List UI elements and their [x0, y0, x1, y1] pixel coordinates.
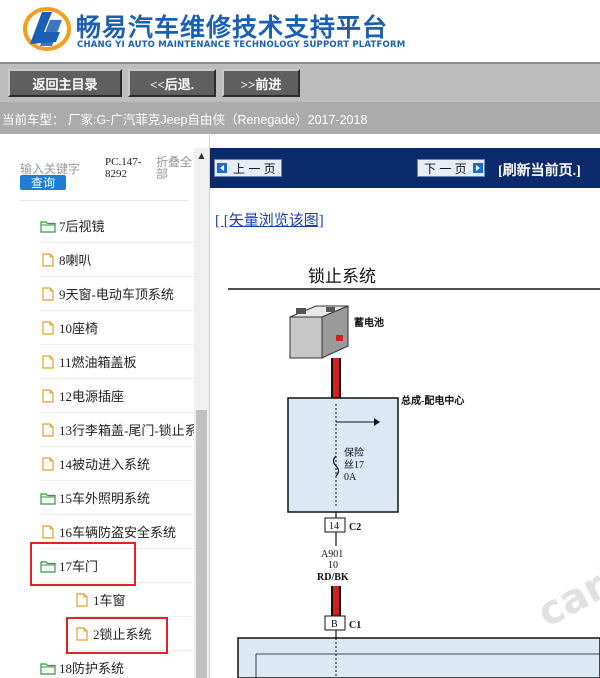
- fuse-label-1: 保险: [344, 446, 364, 459]
- connector-c2-pin: 14: [329, 521, 339, 532]
- tree-item[interactable]: 11燃油箱盖板: [40, 345, 194, 379]
- battery-icon: [289, 305, 349, 359]
- battery-label: 蓄电池: [354, 316, 384, 329]
- catalog-sidebar: 输入关键字 查询 PC.147-8292 折叠全部 7后视镜 8喇叭 9天窗-电动车…: [0, 134, 210, 678]
- site-subtitle: CHANG YI AUTO MAINTENANCE TECHNOLOGY SUP…: [77, 40, 406, 50]
- home-button[interactable]: 返回主目录: [8, 69, 122, 97]
- tree-item[interactable]: 10座椅: [40, 311, 194, 345]
- power-distribution-center-box: [287, 397, 399, 513]
- tree-item[interactable]: 9天窗-电动车顶系统: [40, 277, 194, 311]
- diagram-title: 锁止系统: [308, 267, 376, 286]
- tree-item[interactable]: 18防护系统: [40, 651, 194, 678]
- tree-item-label: 1车窗: [93, 593, 126, 608]
- battery-cable-core: [333, 358, 339, 398]
- search-button[interactable]: 查询: [20, 175, 66, 190]
- wire-color: RD/BK: [317, 572, 349, 583]
- tree-item[interactable]: 7后视镜: [40, 209, 194, 243]
- back-button[interactable]: <<后退.: [128, 69, 216, 97]
- scroll-up-icon[interactable]: ▲: [194, 148, 209, 162]
- tree-item-label: 18防护系统: [59, 661, 125, 676]
- wire-code: A901: [321, 549, 343, 560]
- tree-item[interactable]: 12电源插座: [40, 379, 194, 413]
- tree-item-label: 12电源插座: [59, 389, 125, 404]
- lower-module-box: [237, 637, 600, 678]
- pdc-label: 总成-配电中心: [401, 394, 464, 407]
- highlight-box-lock-system: [66, 617, 168, 654]
- refresh-button[interactable]: [刷新当前页.]: [498, 160, 581, 180]
- arrow-right-icon: [472, 163, 483, 173]
- tree-item-label: 10座椅: [59, 321, 99, 336]
- tree-item-label: 15车外照明系统: [59, 491, 151, 506]
- pc-code-text: PC.147-8292: [105, 156, 142, 180]
- prev-page-label: 上 一 页: [233, 161, 276, 176]
- arrow-left-icon: [217, 163, 227, 173]
- folder-open-icon: [40, 219, 56, 233]
- tree-item-label: 8喇叭: [59, 253, 92, 268]
- vector-view-link[interactable]: [ [矢量浏览该图]: [215, 209, 324, 230]
- tree-item[interactable]: 8喇叭: [40, 243, 194, 277]
- document-icon: [40, 388, 56, 403]
- document-icon: [40, 524, 56, 539]
- document-icon: [40, 320, 56, 335]
- tree-item-label: 11燃油箱盖板: [59, 355, 137, 370]
- tree-item-label: 13行李箱盖-尾门-锁止系: [59, 423, 194, 438]
- site-header: 畅易汽车维修技术支持平台 CHANG YI AUTO MAINTENANCE T…: [0, 0, 600, 62]
- page-nav-strip: 上 一 页 下 一 页 [刷新当前页.]: [210, 148, 600, 188]
- next-page-button[interactable]: 下 一 页: [417, 159, 485, 177]
- tree-item-label: 7后视镜: [59, 219, 105, 234]
- tree-item[interactable]: 14被动进入系统: [40, 447, 194, 481]
- wire-gauge: 10: [328, 560, 338, 571]
- document-icon: [40, 354, 56, 369]
- tree-item[interactable]: 1车窗: [74, 583, 194, 617]
- current-model-bar: 当前车型： 厂家:G-广汽菲克Jeep自由侠（Renegade）2017-201…: [0, 102, 600, 134]
- divider: [20, 200, 188, 201]
- document-icon: [40, 456, 56, 471]
- folder-open-icon: [40, 661, 56, 675]
- document-icon: [40, 422, 56, 437]
- red-wire-core: [333, 586, 339, 616]
- site-title: 畅易汽车维修技术支持平台: [76, 13, 389, 42]
- forward-button[interactable]: >>前进: [222, 69, 300, 97]
- document-icon: [74, 592, 90, 607]
- tree-item-label: 14被动进入系统: [59, 457, 151, 472]
- document-icon: [40, 286, 56, 301]
- document-icon: [40, 252, 56, 267]
- sidebar-scrollbar[interactable]: ▲: [194, 148, 209, 678]
- prev-page-button[interactable]: 上 一 页: [214, 159, 282, 177]
- current-model-text: 当前车型： 厂家:G-广汽菲克Jeep自由侠（Renegade）2017-201…: [2, 113, 368, 127]
- highlight-box-doors: [30, 542, 136, 586]
- fuse-label-3: 0A: [344, 472, 357, 483]
- folder-open-icon: [40, 491, 56, 505]
- scroll-thumb[interactable]: [196, 410, 207, 678]
- connector-c1-pin: B: [331, 619, 338, 630]
- vector-view-link-label: [ [矢量浏览该图]: [215, 213, 324, 229]
- main-toolbar: 返回主目录 <<后退. >>前进: [0, 62, 600, 102]
- tree-item-label: 9天窗-电动车顶系统: [59, 287, 174, 302]
- fuse-label-2: 丝17: [344, 459, 364, 471]
- next-page-label: 下 一 页: [424, 161, 467, 176]
- logo-icon: [23, 7, 71, 51]
- tree-item[interactable]: 15车外照明系统: [40, 481, 194, 515]
- tree-item-label: 16车辆防盗安全系统: [59, 525, 177, 540]
- connector-c1-label: C1: [349, 620, 361, 631]
- fold-all-button[interactable]: 折叠全部: [156, 156, 196, 180]
- tree-item[interactable]: 13行李箱盖-尾门-锁止系: [40, 413, 194, 447]
- connector-c2-label: C2: [349, 522, 361, 533]
